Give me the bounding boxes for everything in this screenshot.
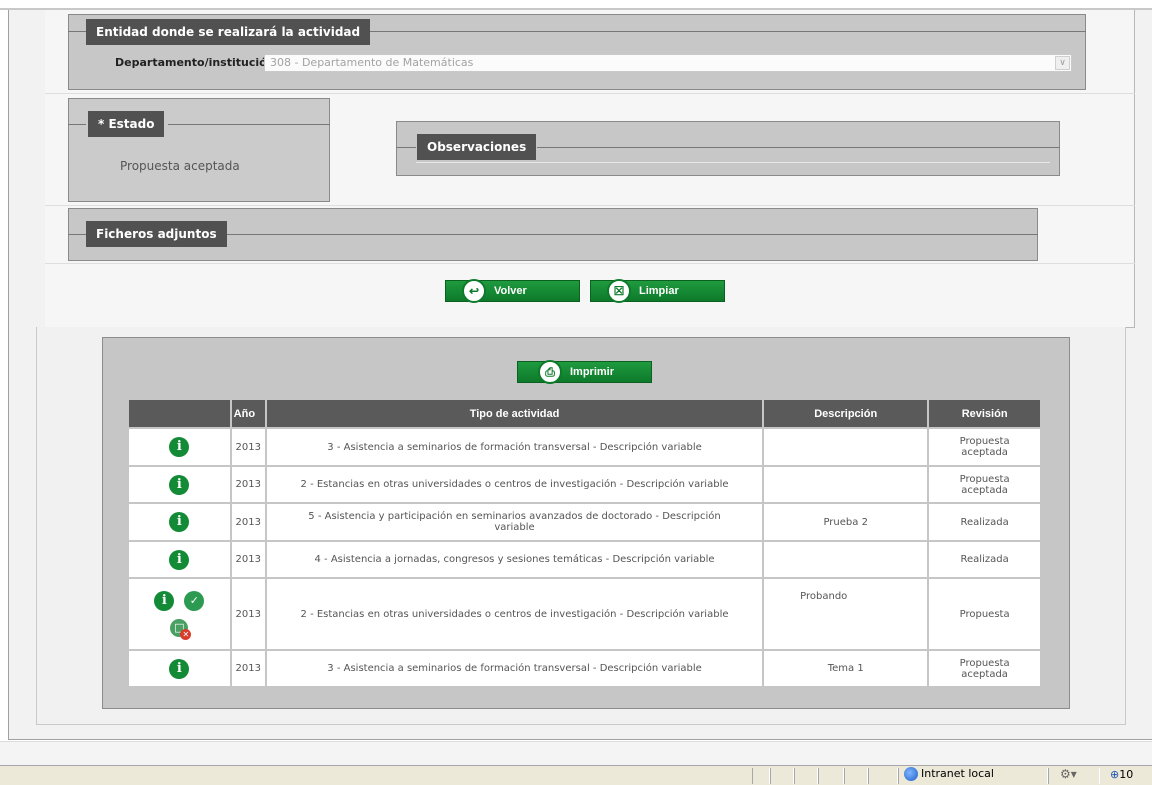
legend-line: [168, 124, 330, 125]
row-year: 2013: [231, 429, 265, 465]
row-year: 2013: [231, 579, 265, 649]
legend-line: [68, 31, 86, 32]
row-descripcion: [764, 429, 928, 465]
row-revision: Propuesta aceptada: [929, 651, 1040, 686]
divider: [45, 93, 1135, 94]
row-tipo: 4 - Asistencia a jornadas, congresos y s…: [266, 542, 763, 577]
legend-line: [416, 162, 1050, 163]
header-descripcion: Descripción: [764, 400, 928, 427]
row-descripcion: Prueba 2: [764, 504, 928, 540]
department-select[interactable]: 308 - Departamento de Matemáticas ∨: [264, 54, 1072, 72]
table-row: i 2013 5 - Asistencia y participación en…: [129, 504, 1040, 540]
row-actions: i: [129, 467, 230, 502]
row-tipo: 2 - Estancias en otras universidades o c…: [266, 467, 763, 502]
table-row: i ✓ □ ✕ 2013 2 - Estancias en otras univer…: [129, 579, 1040, 649]
row-revision: Realizada: [929, 542, 1040, 577]
row-revision: Propuesta aceptada: [929, 467, 1040, 502]
status-pane: [868, 768, 898, 784]
entity-legend: Entidad donde se realizará la actividad: [86, 19, 371, 45]
table-header-row: Año Tipo de actividad Descripción Revisi…: [129, 400, 1040, 427]
header-actions: [129, 400, 230, 427]
estado-legend: * Estado: [88, 111, 165, 137]
zone-label: Intranet local: [921, 767, 994, 780]
validate-icon[interactable]: ✓: [184, 591, 205, 611]
header-revision: Revisión: [929, 400, 1040, 427]
row-descripcion: [764, 467, 928, 502]
imprimir-button-label: Imprimir: [570, 366, 615, 378]
table-row: i 2013 2 - Estancias en otras universida…: [129, 467, 1040, 502]
row-actions: i: [129, 429, 230, 465]
department-label: Departamento/institución: [115, 56, 275, 69]
row-revision: Propuesta: [929, 579, 1040, 649]
legend-line: [396, 147, 416, 148]
status-bar: Intranet local ⚙▾ ⊕10: [0, 765, 1152, 785]
status-pane: [818, 768, 844, 784]
row-tipo: 3 - Asistencia a seminarios de formación…: [266, 651, 763, 686]
info-icon[interactable]: i: [169, 549, 190, 570]
row-year: 2013: [231, 467, 265, 502]
row-year: 2013: [231, 542, 265, 577]
info-icon[interactable]: i: [154, 591, 175, 611]
table-row: i 2013 3 - Asistencia a seminarios de fo…: [129, 651, 1040, 686]
legend-line: [537, 147, 1060, 148]
chevron-down-icon[interactable]: ∨: [1055, 56, 1070, 70]
print-icon: ⎙: [538, 360, 562, 384]
volver-button-label: Volver: [494, 285, 527, 297]
status-pane: [794, 768, 818, 784]
status-pane: [770, 768, 794, 784]
protected-mode-icon[interactable]: ⚙▾: [1060, 767, 1077, 781]
volver-button[interactable]: ↩ Volver: [445, 279, 580, 303]
row-tipo: 5 - Asistencia y participación en semina…: [266, 504, 763, 540]
zoom-value: 10: [1119, 768, 1134, 781]
row-tipo: 3 - Asistencia a seminarios de formación…: [266, 429, 763, 465]
row-year: 2013: [231, 651, 265, 686]
back-icon: ↩: [462, 279, 486, 303]
row-revision: Propuesta aceptada: [929, 429, 1040, 465]
header-year: Año: [231, 400, 265, 427]
row-tipo: 2 - Estancias en otras universidades o c…: [266, 579, 763, 649]
status-pane: [844, 768, 868, 784]
activities-table: Año Tipo de actividad Descripción Revisi…: [127, 398, 1042, 688]
row-descripcion: Probando: [764, 579, 928, 649]
info-icon[interactable]: i: [169, 658, 190, 679]
globe-icon: [904, 767, 918, 781]
row-revision: Realizada: [929, 504, 1040, 540]
info-icon[interactable]: i: [169, 474, 190, 495]
trash-icon: ☒: [607, 279, 631, 303]
divider: [45, 205, 1135, 206]
header-tipo: Tipo de actividad: [266, 400, 763, 427]
row-descripcion: [764, 542, 928, 577]
page-footer-area: [0, 741, 1152, 765]
estado-value: Propuesta aceptada: [120, 159, 240, 173]
info-icon[interactable]: i: [169, 512, 190, 532]
table-row: i 2013 4 - Asistencia a jornadas, congre…: [129, 542, 1040, 577]
info-icon[interactable]: i: [169, 437, 190, 457]
row-actions: i ✓ □ ✕: [129, 579, 230, 649]
legend-line: [227, 234, 1038, 235]
row-year: 2013: [231, 504, 265, 540]
divider: [45, 263, 1135, 264]
legend-line: [366, 31, 1086, 32]
reject-icon[interactable]: □ ✕: [170, 619, 192, 640]
row-descripcion: Tema 1: [764, 651, 928, 686]
zoom-level[interactable]: ⊕10: [1110, 768, 1133, 781]
status-pane: [752, 768, 770, 784]
legend-line: [68, 234, 86, 235]
ficheros-legend: Ficheros adjuntos: [86, 221, 227, 247]
table-row: i 2013 3 - Asistencia a seminarios de fo…: [129, 429, 1040, 465]
legend-line: [68, 124, 86, 125]
row-actions: i: [129, 651, 230, 686]
row-actions: i: [129, 542, 230, 577]
limpiar-button-label: Limpiar: [639, 285, 679, 297]
zoom-icon: ⊕: [1110, 768, 1120, 781]
observaciones-legend: Observaciones: [417, 134, 537, 160]
limpiar-button[interactable]: ☒ Limpiar: [590, 279, 725, 303]
imprimir-button[interactable]: ⎙ Imprimir: [517, 360, 652, 384]
security-zone[interactable]: Intranet local: [904, 767, 994, 781]
department-select-value: 308 - Departamento de Matemáticas: [270, 56, 474, 69]
row-actions: i: [129, 504, 230, 540]
